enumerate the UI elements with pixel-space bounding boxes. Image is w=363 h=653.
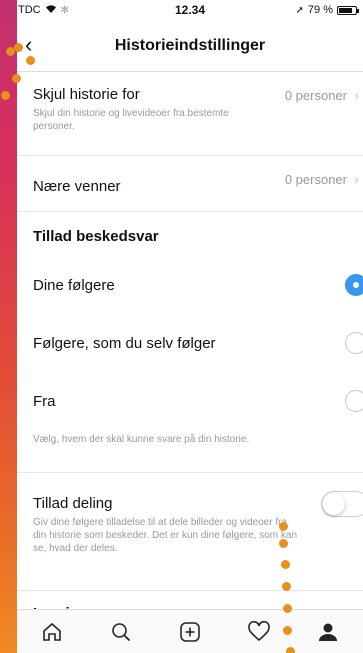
gesture-dot [283,604,292,613]
hide-story-row[interactable]: Skjul historie for 0 personer › Skjul di… [17,72,363,156]
gesture-dot [279,522,288,531]
gesture-dot [283,626,292,635]
reply-option-label: Følgere, som du selv følger [33,334,216,352]
home-icon[interactable] [37,617,67,647]
status-bar: TDC ✻ 12.34 ➚ 79 % [17,0,363,20]
gesture-dot [281,560,290,569]
radio-icon[interactable] [345,390,363,412]
close-friends-value: 0 personer [284,172,347,187]
sharing-label: Tillad deling [33,495,113,512]
replies-heading: Tillad beskedsvar [33,228,159,245]
search-icon[interactable] [106,617,136,647]
replies-section: Tillad beskedsvar Dine følgere Følgere, … [17,212,363,473]
loading-icon: ✻ [60,4,69,16]
reply-option-followers[interactable]: Dine følgere [17,256,363,314]
gesture-dot [286,647,295,653]
reply-option-label: Dine følgere [33,276,115,294]
gesture-dot [12,74,21,83]
carrier-group: TDC ✻ [17,4,69,16]
phone-screen: TDC ✻ 12.34 ➚ 79 % ‹ Historieindstilling… [17,0,363,653]
gesture-dot [282,582,291,591]
sharing-toggle[interactable] [321,491,363,517]
wifi-icon [45,4,57,16]
hide-story-description: Skjul din historie og livevideoer fra be… [33,108,229,132]
close-friends-label: Nære venner [33,178,121,195]
chevron-right-icon: › [354,87,359,103]
chevron-right-icon: › [354,171,359,187]
heart-icon[interactable] [244,617,274,647]
reply-option-mutual[interactable]: Følgere, som du selv følger [17,314,363,372]
battery-group: ➚ 79 % [295,4,359,16]
carrier-label: TDC [18,4,41,16]
reply-option-off[interactable]: Fra [17,372,363,430]
add-icon[interactable] [175,617,205,647]
battery-percent: 79 % [307,4,333,16]
gesture-dot [279,539,288,548]
radio-selected-icon[interactable] [345,274,363,296]
gesture-dot [26,56,35,65]
hide-story-value: 0 personer [284,88,347,103]
replies-note: Vælg, hvem der skal kunne svare på din h… [33,434,250,445]
battery-icon [337,5,359,15]
gesture-dot [14,43,23,52]
profile-icon[interactable] [313,617,343,647]
close-friends-row[interactable]: Nære venner 0 personer › [17,156,363,212]
gesture-dot [1,91,10,100]
tab-bar [17,609,363,653]
nav-bar: ‹ Historieindstillinger [17,20,363,72]
sharing-row: Tillad deling Giv dine følgere tilladels… [17,473,363,591]
sharing-description: Giv dine følgere tilladelse til at dele … [33,517,298,554]
chevron-left-icon[interactable]: ‹ [25,32,32,58]
location-icon: ➚ [295,4,304,16]
page-title: Historieindstillinger [114,36,266,54]
reply-option-label: Fra [33,392,56,410]
radio-icon[interactable] [345,332,363,354]
